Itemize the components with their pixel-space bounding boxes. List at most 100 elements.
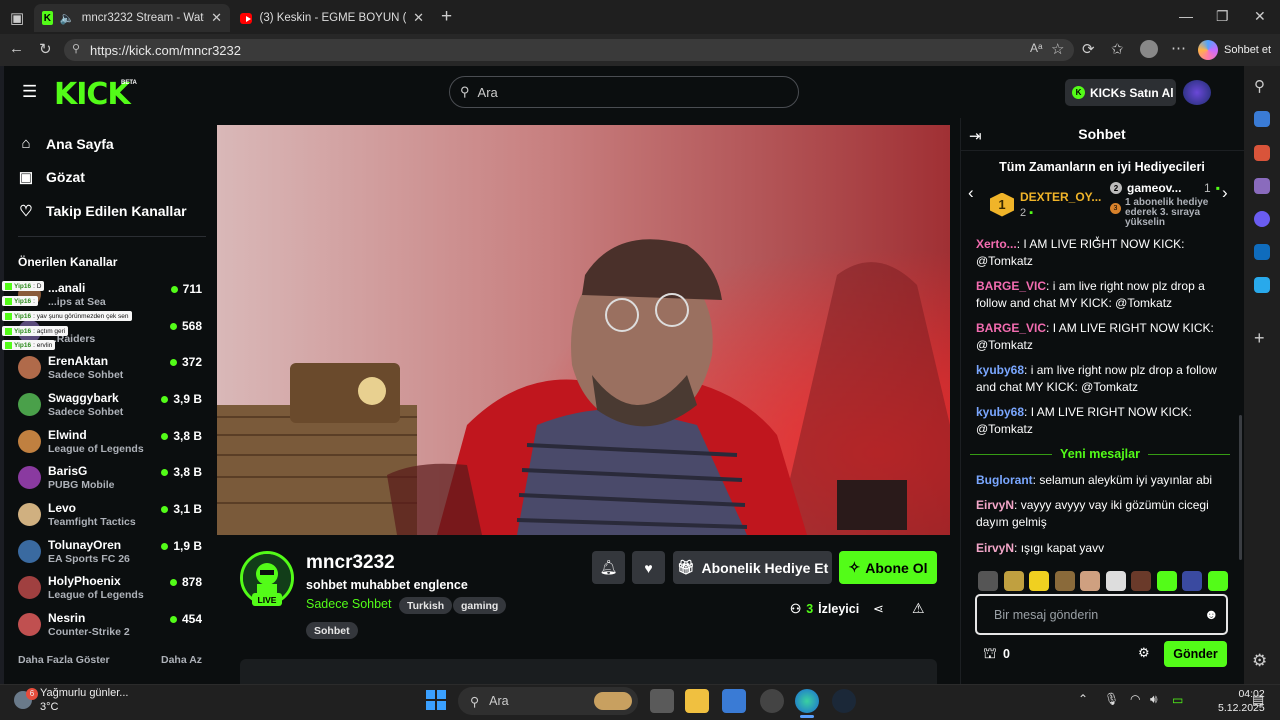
battery-icon[interactable]: ▭ (1172, 693, 1183, 707)
sidebar-games-icon[interactable] (1254, 178, 1270, 194)
extensions-icon[interactable]: ⟳ (1082, 40, 1095, 58)
sidebar-settings-icon[interactable]: ⚙ (1252, 651, 1267, 671)
channel-row[interactable]: BarisG PUBG Mobile 3,8 B (18, 463, 204, 499)
sidebar-outlook-icon[interactable] (1254, 244, 1270, 260)
file-explorer-icon[interactable] (685, 689, 709, 713)
edge-icon[interactable] (795, 689, 819, 713)
channel-row[interactable]: ErenAktan Sadece Sohbet 372 (18, 353, 204, 389)
minimize-button[interactable]: — (1179, 8, 1193, 24)
emote-icon[interactable] (1029, 571, 1049, 591)
weather-widget[interactable]: 6 Yağmurlu günler... 3°C (14, 686, 128, 714)
favorite-star-icon[interactable]: ☆ (1051, 40, 1064, 58)
chat-username[interactable]: kyuby68 (976, 363, 1024, 377)
tab-kick-stream[interactable]: K 🔈 mncr3232 Stream - Watch Live ✕ (34, 4, 230, 32)
tab-youtube[interactable]: (3) Keskin - EĞME BOYUN (Music V ✕ (232, 4, 432, 32)
hamburger-menu-icon[interactable]: ☰ (22, 82, 37, 102)
stream-category[interactable]: Sadece Sohbet (306, 597, 392, 611)
sidebar-shopping-icon[interactable] (1254, 111, 1270, 127)
chat-settings-icon[interactable]: ⚙ (1138, 645, 1150, 661)
address-bar[interactable]: ⚲ https://kick.com/mncr3232 (64, 39, 1074, 61)
gifters-next-icon[interactable]: › (1222, 183, 1228, 203)
emote-icon[interactable] (1207, 571, 1228, 591)
close-tab-icon[interactable]: ✕ (211, 10, 222, 26)
channel-name[interactable]: mncr3232 (306, 552, 395, 574)
emote-icon[interactable] (1156, 571, 1177, 591)
emote-icon[interactable] (1003, 571, 1024, 591)
emoji-icon[interactable]: ☻ (1204, 606, 1219, 622)
chat-username[interactable]: kyuby68 (976, 405, 1024, 419)
copilot-button[interactable]: Sohbet et (1198, 38, 1271, 62)
gift-sub-button[interactable]: 🎁︎ Abonelik Hediye Et (673, 551, 832, 584)
tag-chip[interactable]: Turkish (399, 597, 453, 614)
site-info-icon[interactable]: ⚲ (72, 42, 80, 55)
profile-avatar[interactable] (1140, 40, 1158, 58)
tab-actions-icon[interactable]: ▣ (10, 9, 24, 27)
wifi-icon[interactable]: ◠ (1130, 692, 1140, 706)
close-window-button[interactable]: ✕ (1254, 8, 1266, 25)
chat-username[interactable]: BARGE_VIC (976, 321, 1046, 335)
subscribe-button[interactable]: ✧ Abone Ol (839, 551, 937, 584)
show-less-link[interactable]: Daha Az (161, 654, 202, 666)
user-avatar[interactable] (1183, 80, 1211, 105)
chat-username[interactable]: Buglorant (976, 473, 1033, 487)
emote-icon[interactable] (1182, 571, 1202, 591)
chat-scrollbar[interactable] (1239, 415, 1242, 560)
share-icon[interactable]: ⋖ (873, 601, 884, 617)
channel-row[interactable]: TolunayOren EA Sports FC 26 1,9 B (18, 537, 204, 573)
task-view-icon[interactable] (650, 689, 674, 713)
notification-bell-button[interactable]: 🔔︎ (592, 551, 625, 584)
back-icon[interactable]: ← (9, 40, 24, 57)
emote-icon[interactable] (1131, 571, 1151, 591)
store-icon[interactable] (722, 689, 746, 713)
emote-icon[interactable] (1054, 571, 1075, 591)
nav-following[interactable]: ♡ Takip Edilen Kanallar (18, 202, 186, 220)
chat-username[interactable]: EirvyN (976, 541, 1014, 555)
new-tab-button[interactable]: + (441, 6, 452, 28)
kick-logo[interactable]: KICK (54, 77, 131, 112)
refresh-icon[interactable]: ↻ (39, 40, 52, 58)
send-button[interactable]: Gönder (1164, 641, 1227, 667)
more-menu-icon[interactable]: ⋯ (1171, 39, 1186, 57)
app-icon[interactable] (760, 689, 784, 713)
tray-overflow-icon[interactable]: ⌃ (1078, 692, 1088, 706)
tag-chip[interactable]: Sohbet (306, 622, 358, 639)
tag-chip[interactable]: gaming (453, 597, 507, 614)
sidebar-telegram-icon[interactable] (1254, 277, 1270, 293)
chat-message-input[interactable]: Bir mesaj gönderin ☻ (975, 594, 1228, 635)
channel-row[interactable]: Elwind League of Legends 3,8 B (18, 427, 204, 463)
follow-heart-button[interactable]: ♥ (632, 551, 665, 584)
close-tab-icon[interactable]: ✕ (413, 10, 424, 26)
sidebar-search-icon[interactable]: ⚲ (1254, 77, 1265, 95)
report-warning-icon[interactable]: ⚠ (912, 600, 925, 617)
chat-username[interactable]: BARGE_VIC (976, 279, 1046, 293)
gifters-prev-icon[interactable]: ‹ (968, 183, 974, 203)
sidebar-tools-icon[interactable] (1254, 145, 1270, 161)
nav-browse[interactable]: ▣ Gözat (18, 168, 85, 186)
buy-kicks-button[interactable]: K KICKs Satın Al (1065, 79, 1176, 106)
volume-icon[interactable]: 🔊︎ (1150, 692, 1158, 707)
favorites-icon[interactable]: ✩ (1111, 40, 1124, 58)
emote-icon[interactable] (1080, 571, 1100, 591)
video-player[interactable] (217, 125, 950, 535)
sidebar-add-icon[interactable]: + (1254, 328, 1265, 349)
channel-row[interactable]: Nesrin Counter-Strike 2 454 (18, 610, 204, 646)
steam-icon[interactable] (832, 689, 856, 713)
channel-points-icon[interactable]: ⛫ (983, 645, 997, 664)
sidebar-copilot-icon[interactable] (1254, 211, 1270, 227)
maximize-button[interactable]: ❐ (1216, 8, 1229, 25)
channel-row[interactable]: HolyPhoenix League of Legends 878 (18, 573, 204, 609)
search-input[interactable]: ⚲ Ara (449, 76, 799, 108)
chat-username[interactable]: Xerto... (976, 237, 1017, 251)
nav-home[interactable]: ⌂ Ana Sayfa (18, 135, 113, 152)
taskbar-search[interactable]: ⚲ Ara (458, 687, 638, 715)
show-more-link[interactable]: Daha Fazla Göster (18, 654, 110, 666)
emote-icon[interactable] (1105, 571, 1126, 591)
start-button[interactable] (426, 690, 446, 710)
read-aloud-icon[interactable]: Aᵃ (1030, 41, 1042, 55)
emote-icon[interactable] (978, 571, 998, 591)
channel-row[interactable]: Swaggybark Sadece Sohbet 3,9 B (18, 390, 204, 426)
microphone-icon[interactable]: 🎙︎ (1104, 692, 1119, 706)
chat-username[interactable]: EirvyN (976, 498, 1014, 512)
channel-row[interactable]: Levo Teamfight Tactics 3,1 B (18, 500, 204, 536)
notifications-icon[interactable]: ▤ (1252, 692, 1264, 708)
